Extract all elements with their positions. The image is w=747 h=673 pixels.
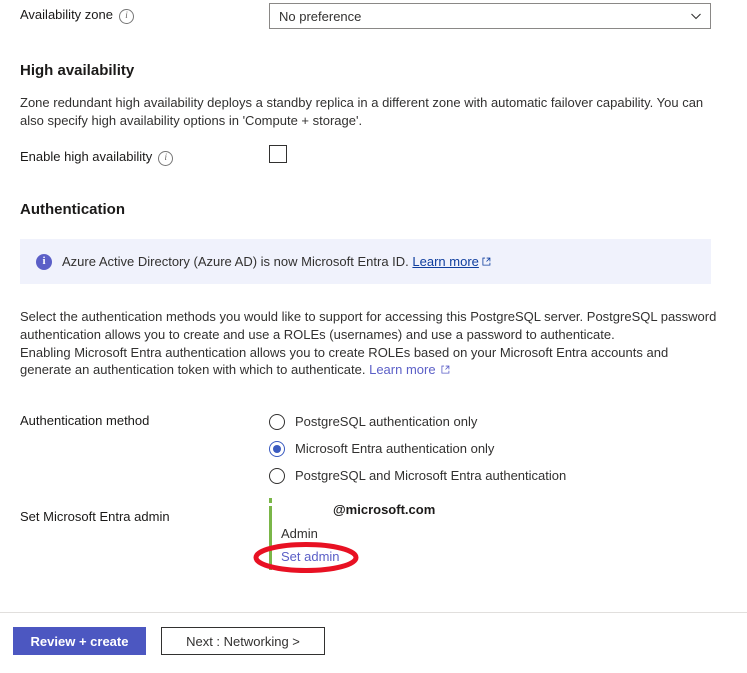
chevron-down-icon: [690, 10, 702, 22]
info-icon[interactable]: [119, 9, 134, 24]
authentication-description-line4-text: generate an authentication token with wh…: [20, 362, 365, 377]
banner-message: Azure Active Directory (Azure AD) is now…: [62, 254, 409, 269]
review-create-button[interactable]: Review + create: [13, 627, 146, 655]
high-availability-heading: High availability: [20, 61, 134, 81]
external-link-icon: [441, 365, 450, 374]
enable-high-availability-checkbox[interactable]: [269, 145, 287, 163]
high-availability-description: Zone redundant high availability deploys…: [20, 94, 720, 130]
radio-button-icon: [269, 414, 285, 430]
next-networking-button[interactable]: Next : Networking >: [161, 627, 325, 655]
authentication-description-line4: generate an authentication token with wh…: [20, 361, 450, 379]
radio-postgresql-only-label: PostgreSQL authentication only: [295, 413, 477, 431]
info-icon[interactable]: [158, 151, 173, 166]
radio-postgresql-and-entra[interactable]: PostgreSQL and Microsoft Entra authentic…: [269, 462, 566, 489]
authentication-method-row: Authentication method: [20, 412, 149, 430]
authentication-method-radio-group: PostgreSQL authentication only Microsoft…: [269, 408, 566, 489]
set-admin-link[interactable]: Set admin: [281, 548, 340, 566]
authentication-method-label: Authentication method: [20, 412, 149, 430]
green-indicator-tick: [269, 498, 272, 503]
availability-zone-dropdown-value: No preference: [279, 9, 361, 24]
radio-postgresql-only[interactable]: PostgreSQL authentication only: [269, 408, 566, 435]
footer-divider: [0, 612, 747, 613]
availability-zone-label: Availability zone: [20, 6, 134, 24]
enable-high-availability-label-text: Enable high availability: [20, 148, 152, 166]
radio-entra-only[interactable]: Microsoft Entra authentication only: [269, 435, 566, 462]
radio-button-selected-icon: [269, 441, 285, 457]
enable-high-availability-label: Enable high availability: [20, 148, 173, 166]
radio-postgresql-and-entra-label: PostgreSQL and Microsoft Entra authentic…: [295, 467, 566, 485]
banner-learn-more-label: Learn more: [412, 254, 478, 269]
entra-admin-upn: @microsoft.com: [333, 502, 435, 517]
availability-zone-dropdown[interactable]: No preference: [269, 3, 711, 29]
set-entra-admin-row: Set Microsoft Entra admin: [20, 508, 170, 526]
set-entra-admin-label: Set Microsoft Entra admin: [20, 508, 170, 526]
banner-learn-more-link[interactable]: Learn more: [412, 254, 478, 269]
entra-rename-banner-text: Azure Active Directory (Azure AD) is now…: [62, 253, 491, 271]
authentication-learn-more-label: Learn more: [369, 362, 435, 377]
radio-entra-only-label: Microsoft Entra authentication only: [295, 440, 494, 458]
green-indicator-bar: [269, 506, 272, 570]
radio-button-icon: [269, 468, 285, 484]
entra-rename-banner: Azure Active Directory (Azure AD) is now…: [20, 239, 711, 284]
azure-postgres-create-form: Availability zone No preference High ava…: [0, 0, 747, 673]
authentication-description-line2: authentication allows you to create and …: [20, 326, 615, 344]
external-link-icon: [482, 257, 491, 266]
availability-zone-label-text: Availability zone: [20, 6, 113, 24]
enable-high-availability-row: Enable high availability: [20, 148, 173, 166]
info-filled-icon: [36, 254, 52, 270]
authentication-learn-more-link[interactable]: Learn more: [369, 362, 435, 377]
authentication-description-line3: Enabling Microsoft Entra authentication …: [20, 344, 668, 362]
entra-admin-role: Admin: [281, 525, 318, 543]
availability-zone-row: Availability zone: [20, 6, 134, 24]
authentication-description-line1: Select the authentication methods you wo…: [20, 308, 716, 326]
authentication-heading: Authentication: [20, 200, 125, 220]
